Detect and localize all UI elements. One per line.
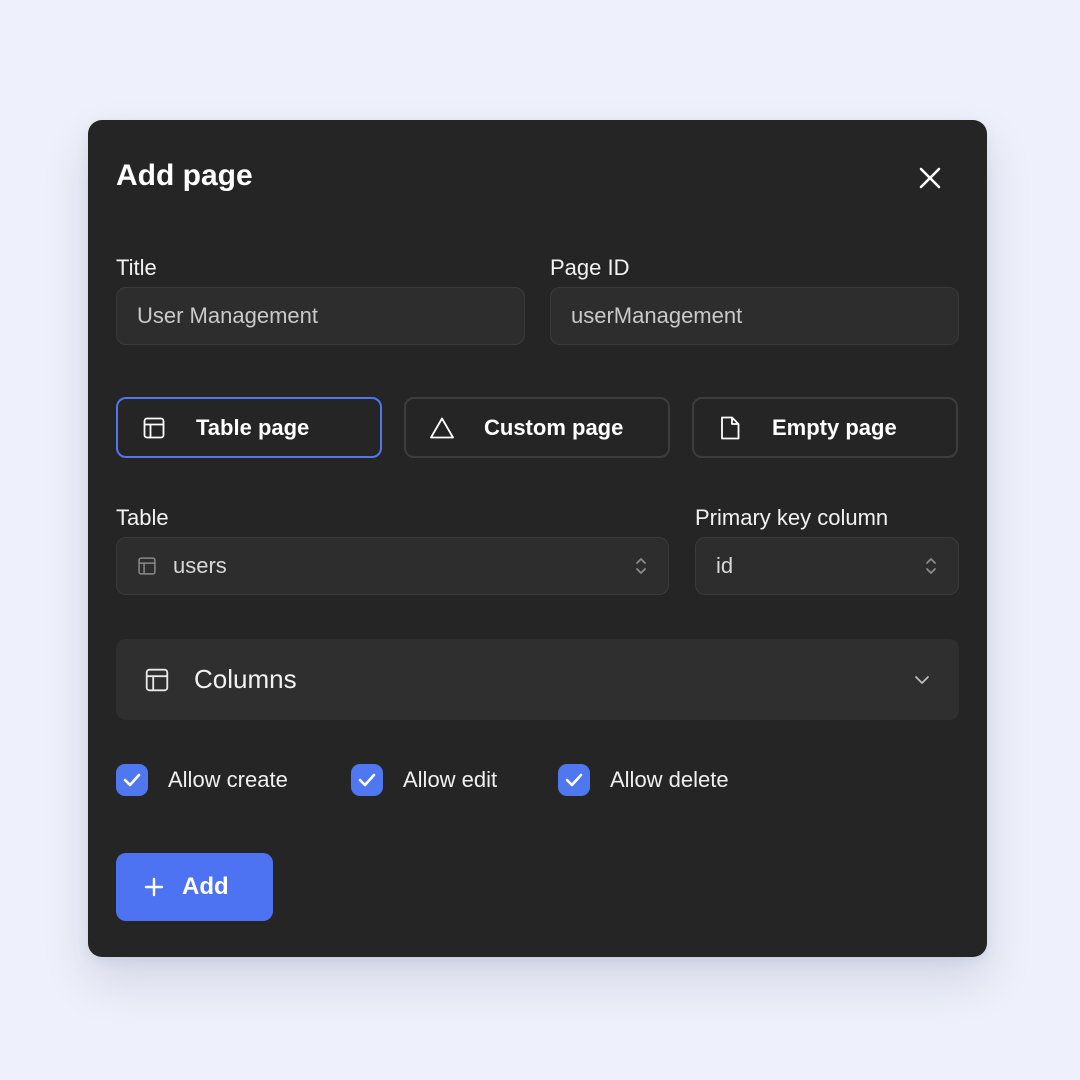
table-label: Table	[116, 505, 169, 530]
table-select-value: users	[173, 553, 227, 578]
primary-key-value: id	[716, 553, 734, 578]
allow-delete-checkbox[interactable]: Allow delete	[558, 763, 729, 797]
allow-edit-checkbox[interactable]: Allow edit	[351, 763, 497, 797]
dialog-title: Add page	[116, 159, 253, 192]
title-label: Title	[116, 255, 157, 280]
primary-key-label: Primary key column	[695, 505, 889, 530]
table-page-option[interactable]: Table page	[116, 397, 382, 458]
checkmark-icon	[358, 773, 376, 787]
table-icon	[145, 668, 169, 691]
empty-page-option[interactable]: Empty page	[692, 397, 958, 458]
table-select[interactable]: users	[116, 537, 669, 595]
custom-page-label: Custom page	[484, 414, 624, 440]
custom-page-option[interactable]: Custom page	[404, 397, 670, 458]
columns-accordion[interactable]: Columns	[116, 639, 959, 720]
triangle-icon	[430, 417, 454, 438]
page-id-label: Page ID	[550, 255, 630, 280]
checkmark-icon	[123, 773, 141, 787]
close-button[interactable]	[910, 158, 950, 198]
file-icon	[721, 416, 740, 439]
add-button[interactable]: Add	[116, 853, 273, 921]
empty-page-label: Empty page	[772, 414, 897, 440]
table-icon	[143, 417, 165, 438]
allow-delete-label: Allow delete	[610, 767, 729, 792]
close-icon	[919, 167, 941, 189]
allow-create-label: Allow create	[168, 767, 288, 792]
table-page-label: Table page	[196, 414, 310, 440]
chevron-up-down-icon	[926, 558, 936, 574]
checkbox-box[interactable]	[558, 764, 590, 796]
add-page-dialog: Add page Title Page ID Table page Custom…	[88, 120, 987, 957]
allow-create-checkbox[interactable]: Allow create	[116, 763, 288, 797]
table-icon	[138, 557, 156, 575]
chevron-up-down-icon	[636, 558, 646, 574]
plus-icon	[144, 877, 164, 897]
primary-key-select[interactable]: id	[695, 537, 959, 595]
checkbox-box[interactable]	[351, 764, 383, 796]
checkbox-box[interactable]	[116, 764, 148, 796]
add-button-label: Add	[182, 873, 229, 900]
title-input[interactable]	[116, 287, 525, 345]
page-id-input[interactable]	[550, 287, 959, 345]
checkmark-icon	[565, 773, 583, 787]
chevron-down-icon	[915, 675, 929, 684]
columns-label: Columns	[194, 664, 297, 694]
allow-edit-label: Allow edit	[403, 767, 498, 792]
